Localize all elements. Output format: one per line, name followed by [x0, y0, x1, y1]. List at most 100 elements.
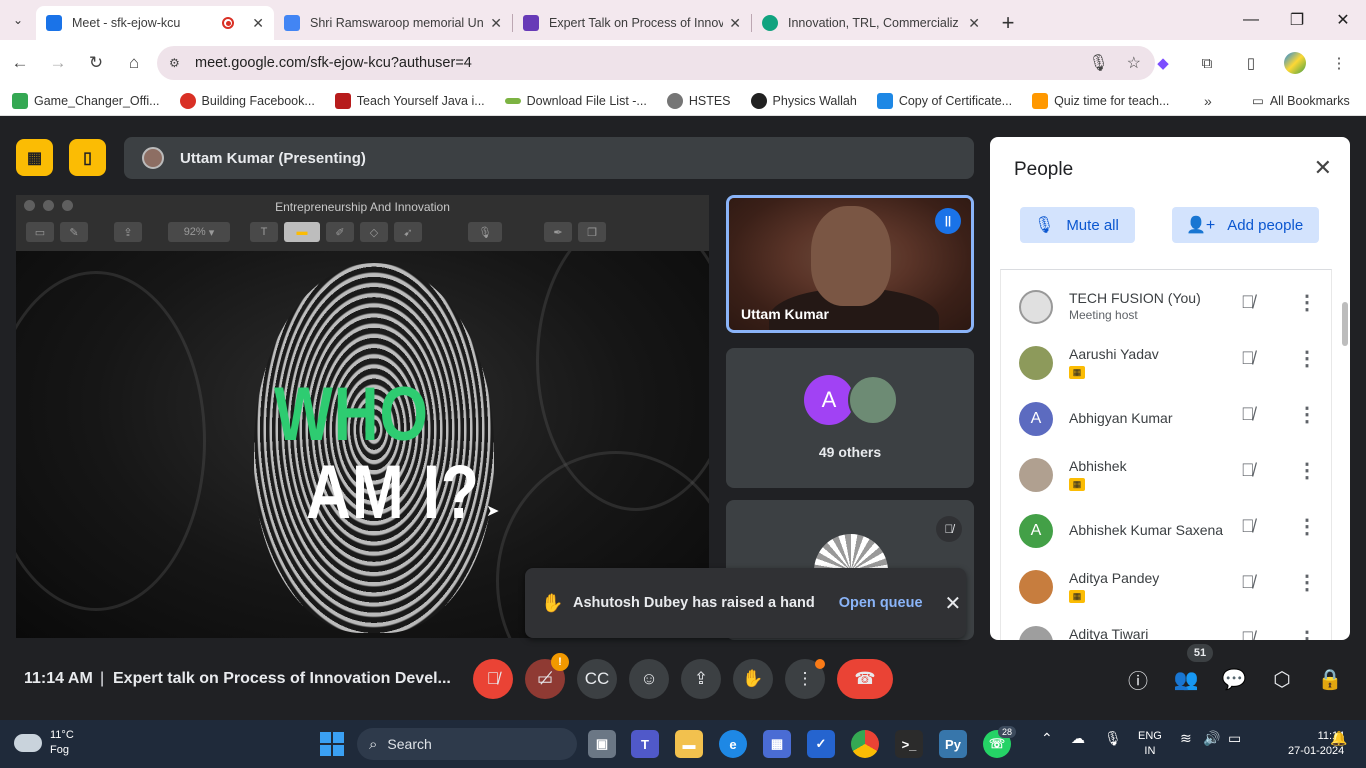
- others-tile[interactable]: A 49 others: [726, 348, 974, 488]
- mic-off-icon[interactable]: 🎙̸: [1241, 348, 1255, 369]
- file-explorer-icon[interactable]: ▬: [675, 730, 703, 758]
- python-app-icon[interactable]: Py: [939, 730, 967, 758]
- volume-icon[interactable]: 🔊: [1203, 730, 1220, 747]
- speaker-video-tile[interactable]: || Uttam Kumar: [726, 195, 974, 333]
- participant-row[interactable]: TECH FUSION (You) Meeting host 🎙̸ ⋮: [1001, 278, 1331, 334]
- close-notification-icon[interactable]: ✕: [945, 591, 962, 616]
- address-bar[interactable]: ⚙ meet.google.com/sfk-ejow-kcu?authuser=…: [157, 46, 1155, 80]
- extensions-puzzle-icon[interactable]: ⧉: [1190, 46, 1224, 80]
- close-tab-icon[interactable]: ✕: [968, 15, 980, 32]
- more-options-icon[interactable]: ⋮: [1297, 570, 1317, 595]
- more-options-icon[interactable]: ⋮: [1297, 458, 1317, 483]
- more-options-icon[interactable]: ⋮: [1297, 402, 1317, 427]
- tab-innovation[interactable]: Innovation, TRL, Commercializ ✕: [752, 6, 990, 40]
- bookmark-item[interactable]: Quiz time for teach...: [1032, 92, 1169, 109]
- new-tab-button[interactable]: +: [990, 6, 1026, 40]
- microsoft-store-icon[interactable]: ▦: [763, 730, 791, 758]
- chrome-icon[interactable]: [851, 730, 879, 758]
- minimize-icon[interactable]: —: [1228, 0, 1274, 40]
- input-language[interactable]: ENG IN: [1138, 729, 1162, 759]
- host-controls-icon[interactable]: 🔒: [1315, 664, 1345, 694]
- taskbar-search[interactable]: ⌕ Search: [357, 728, 577, 760]
- bookmarks-overflow-icon[interactable]: »: [1204, 93, 1212, 109]
- bookmark-item[interactable]: Game_Changer_Offi...: [12, 92, 160, 109]
- bookmark-item[interactable]: HSTES: [666, 92, 731, 109]
- more-options-icon[interactable]: ⋮: [1297, 346, 1317, 371]
- present-screen-button[interactable]: ⇪: [681, 659, 721, 699]
- chat-icon[interactable]: 💬: [1219, 664, 1249, 694]
- close-panel-icon[interactable]: ✕: [1314, 155, 1332, 181]
- bookmark-star-icon[interactable]: ☆: [1127, 53, 1141, 73]
- camera-off-button[interactable]: ▭̸ !: [525, 653, 569, 699]
- stop-presenting-layout-button[interactable]: ▦: [16, 139, 53, 176]
- mic-off-icon[interactable]: 🎙̸: [1241, 404, 1255, 425]
- close-window-icon[interactable]: ✕: [1320, 0, 1366, 40]
- bookmark-item[interactable]: Teach Yourself Java i...: [334, 92, 485, 109]
- bookmark-item[interactable]: Download File List -...: [504, 94, 647, 108]
- mic-off-icon[interactable]: 🎙̸: [1241, 460, 1255, 481]
- open-queue-link[interactable]: Open queue: [839, 595, 923, 611]
- activities-icon[interactable]: ⬡: [1267, 664, 1297, 694]
- mic-off-icon[interactable]: 🎙̸: [1241, 292, 1255, 313]
- tab-university[interactable]: Shri Ramswaroop memorial Uni ✕: [274, 6, 512, 40]
- side-panel-icon[interactable]: ▯: [1234, 46, 1268, 80]
- pin-layout-button[interactable]: ▯: [69, 139, 106, 176]
- more-options-icon[interactable]: ⋮: [1297, 626, 1317, 640]
- participant-row[interactable]: Abhishek ▦ 🎙̸ ⋮: [1001, 446, 1331, 502]
- terminal-icon[interactable]: >_: [895, 730, 923, 758]
- participant-row[interactable]: A Abhishek Kumar Saxena 🎙̸ ⋮: [1001, 502, 1331, 558]
- participant-list-scrollbar[interactable]: [1342, 302, 1348, 346]
- teams-icon[interactable]: T: [631, 730, 659, 758]
- onedrive-icon[interactable]: ☁: [1071, 730, 1085, 747]
- more-options-icon[interactable]: ⋮: [1297, 514, 1317, 539]
- participant-row[interactable]: Aarushi Yadav ▦ 🎙̸ ⋮: [1001, 334, 1331, 390]
- edge-browser-icon[interactable]: e: [719, 730, 747, 758]
- restore-icon[interactable]: ❐: [1274, 0, 1320, 40]
- site-info-icon[interactable]: ⚙: [169, 56, 183, 70]
- participant-row[interactable]: Aditya Pandey ▦ 🎙̸ ⋮: [1001, 558, 1331, 614]
- close-tab-icon[interactable]: ✕: [729, 15, 741, 32]
- more-options-button[interactable]: ⋮: [785, 659, 825, 699]
- tray-overflow-icon[interactable]: ⌃: [1041, 730, 1053, 747]
- microphone-icon[interactable]: 🎙: [1088, 53, 1108, 73]
- meeting-info-icon[interactable]: ⓘ: [1123, 664, 1153, 694]
- battery-icon[interactable]: ▭: [1228, 730, 1241, 747]
- leave-call-button[interactable]: ☎: [837, 659, 893, 699]
- bookmark-item[interactable]: Copy of Certificate...: [876, 92, 1012, 109]
- people-icon[interactable]: 👥: [1171, 664, 1201, 694]
- mic-off-icon[interactable]: 🎙̸: [1241, 516, 1255, 537]
- participant-row[interactable]: Aditya Tiwari 🎙̸ ⋮: [1001, 614, 1331, 640]
- add-people-button[interactable]: 👤+ Add people: [1172, 207, 1320, 243]
- tab-search-icon[interactable]: ⌄: [0, 0, 36, 40]
- tray-microphone-icon[interactable]: 🎙: [1104, 730, 1122, 747]
- windows-start-icon[interactable]: [320, 732, 344, 756]
- back-arrow-icon[interactable]: ←: [2, 45, 38, 81]
- profile-avatar[interactable]: [1284, 52, 1306, 74]
- tab-expert-talk[interactable]: Expert Talk on Process of Innov ✕: [513, 6, 751, 40]
- close-tab-icon[interactable]: ✕: [490, 15, 502, 32]
- bookmark-item[interactable]: Physics Wallah: [750, 92, 857, 109]
- todo-icon[interactable]: ✓: [807, 730, 835, 758]
- notifications-bell-icon[interactable]: 🔔: [1330, 730, 1347, 747]
- mic-off-icon[interactable]: 🎙̸: [1241, 572, 1255, 593]
- participant-row[interactable]: A Abhigyan Kumar 🎙̸ ⋮: [1001, 390, 1331, 446]
- wifi-icon[interactable]: ≋: [1180, 730, 1192, 747]
- microphone-off-button[interactable]: 🎙̸: [473, 659, 513, 699]
- forward-arrow-icon[interactable]: →: [40, 45, 76, 81]
- captions-button[interactable]: CC: [577, 659, 617, 699]
- task-view-icon[interactable]: ▣: [588, 730, 616, 758]
- bookmark-item[interactable]: Building Facebook...: [179, 92, 315, 109]
- all-bookmarks-button[interactable]: ▭ All Bookmarks: [1252, 93, 1350, 109]
- mute-all-button[interactable]: 🎙 Mute all: [1020, 207, 1135, 243]
- raise-hand-button[interactable]: ✋: [733, 659, 773, 699]
- tab-meet[interactable]: Meet - sfk-ejow-kcu ✕: [36, 6, 274, 40]
- extension-icon[interactable]: ◆: [1146, 46, 1180, 80]
- home-icon[interactable]: ⌂: [116, 45, 152, 81]
- weather-widget[interactable]: 11°C Fog: [14, 728, 74, 758]
- emoji-reactions-button[interactable]: ☺: [629, 659, 669, 699]
- mic-off-icon[interactable]: 🎙̸: [1241, 628, 1255, 640]
- close-tab-icon[interactable]: ✕: [252, 15, 264, 32]
- reload-icon[interactable]: ↻: [78, 45, 114, 81]
- menu-kebab-icon[interactable]: ⋮: [1322, 46, 1356, 80]
- more-options-icon[interactable]: ⋮: [1297, 290, 1317, 315]
